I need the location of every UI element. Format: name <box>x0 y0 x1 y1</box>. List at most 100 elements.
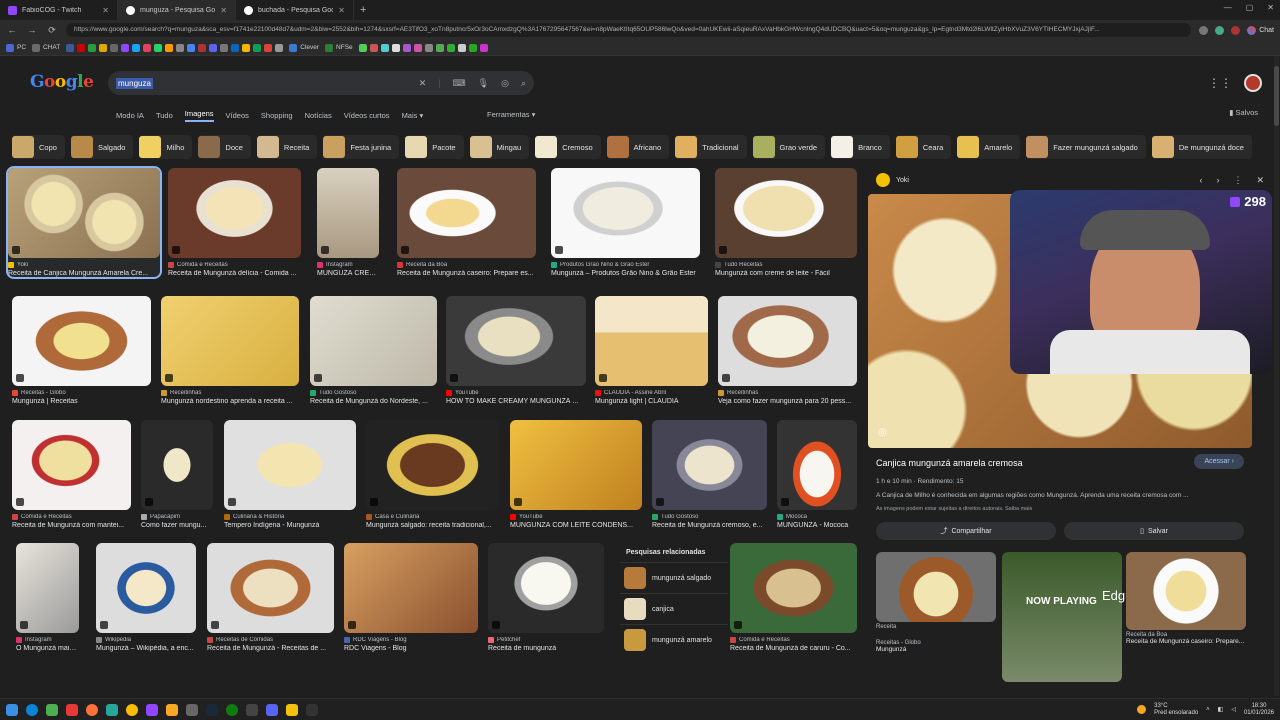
store-icon[interactable] <box>46 703 58 716</box>
result-thumbnail[interactable] <box>12 420 131 510</box>
chip-ceara[interactable]: Ceara <box>895 135 952 159</box>
image-result-card[interactable]: Wikipedia Mungunzá – Wikipédia, a enc... <box>96 543 196 652</box>
image-result-card[interactable]: Receita da Boa Receita de Mungunzá caseir… <box>397 168 536 277</box>
image-result-card[interactable]: Comida e Receitas Receita de Mungunzá com… <box>12 420 131 529</box>
star-icon[interactable] <box>1199 25 1209 35</box>
chip-africano[interactable]: Africano <box>606 135 670 159</box>
result-thumbnail[interactable] <box>595 296 708 386</box>
close-icon[interactable]: ✕ <box>1256 175 1264 186</box>
image-result-card[interactable]: RDC Viagens - Blog RDC Viagens - Blog <box>344 543 478 652</box>
result-thumbnail[interactable] <box>488 543 604 633</box>
chip-milho[interactable]: Milho <box>139 135 193 159</box>
result-thumbnail[interactable] <box>317 168 379 258</box>
result-title[interactable]: Mungunzá – Wikipédia, a enc... <box>96 645 196 652</box>
result-title[interactable]: Receita de Mungunzá de caruru - Co... <box>730 645 857 652</box>
result-thumbnail[interactable] <box>446 296 586 386</box>
image-result-card[interactable]: Instagram O Mungunzá mais f... <box>16 543 79 652</box>
site-icon[interactable] <box>154 43 163 52</box>
result-source[interactable]: Receitinhas <box>161 390 299 396</box>
result-title[interactable]: MUNGUNZÁ COM LEITE CONDENS... <box>510 522 642 529</box>
result-source[interactable]: Mococa <box>777 514 857 520</box>
result-title[interactable]: Receita de Mungunzá cremoso, e... <box>652 522 767 529</box>
site-icon[interactable] <box>275 43 284 52</box>
site-icon[interactable] <box>143 43 152 52</box>
search-box[interactable]: munguza ✕ | ⌨ 🎙 ◎ ⌕ <box>108 71 534 95</box>
result-thumbnail[interactable] <box>141 420 213 510</box>
visit-button[interactable]: Acessar › <box>1194 454 1244 469</box>
image-result-card[interactable]: YouTube HOW TO MAKE CREAMY MUNGUNZÁ ... <box>446 296 586 405</box>
profile-icon[interactable] <box>1231 25 1241 35</box>
image-result-card[interactable]: Receitinhas Mungunzá nordestino aprenda a… <box>161 296 299 405</box>
result-source[interactable]: CLAUDIA - Assine Abril <box>595 390 708 396</box>
result-thumbnail[interactable] <box>344 543 478 633</box>
bookmark-chat[interactable]: CHAT <box>32 43 60 52</box>
result-thumbnail[interactable] <box>161 296 299 386</box>
search-input[interactable]: munguza <box>116 77 153 89</box>
close-window-icon[interactable]: ✕ <box>1267 3 1274 12</box>
result-title[interactable]: Mungunzá nordestino aprenda a receita ..… <box>161 398 299 405</box>
site-icon[interactable] <box>391 43 400 52</box>
close-tab-icon[interactable]: ✕ <box>102 6 109 15</box>
image-result-card[interactable]: Culinária & História Tempero Indígena - M… <box>224 420 356 529</box>
tab-videos[interactable]: Vídeos <box>226 111 249 120</box>
result-source[interactable]: Casa e Culinária <box>366 514 499 520</box>
app-icon[interactable] <box>186 703 198 716</box>
edge-icon[interactable] <box>26 703 38 716</box>
microphone-icon[interactable]: 🎙 <box>478 78 489 89</box>
share-button[interactable]: ⤴ Compartilhar <box>876 522 1056 540</box>
result-title[interactable]: Como fazer mungu... <box>141 522 213 529</box>
result-source[interactable]: YouTube <box>510 514 642 520</box>
result-title[interactable]: Mungunzá com creme de leite - Fácil <box>715 270 857 277</box>
result-source[interactable]: Produtos Grão Nino & Grão Ester <box>551 262 700 268</box>
image-result-card[interactable]: Comida e Receitas Receita de Mungunzá del… <box>168 168 301 277</box>
result-title[interactable]: HOW TO MAKE CREAMY MUNGUNZÁ ... <box>446 398 586 405</box>
result-source[interactable]: Papacapim <box>141 514 213 520</box>
result-title[interactable]: Receita de Mungunzá com mantei... <box>12 522 131 529</box>
chip-copo[interactable]: Copo <box>12 135 65 159</box>
close-tab-icon[interactable]: ✕ <box>220 6 227 15</box>
image-result-card[interactable]: Casa e Culinária Mungunzá salgado: receit… <box>366 420 499 529</box>
apps-grid-icon[interactable]: ⋮⋮ <box>1208 76 1232 90</box>
more-options-icon[interactable]: ⋮ <box>1233 175 1242 186</box>
forward-icon[interactable]: → <box>26 25 38 35</box>
image-result-card[interactable]: Mococa MUNGUNZÁ - Mococa <box>777 420 857 529</box>
related-search-item[interactable]: mungunzá amarelo <box>620 624 728 655</box>
result-title[interactable]: Veja como fazer mungunzá para 20 pess... <box>718 398 857 405</box>
url-field[interactable]: https://www.google.com/search?q=munguza&… <box>66 23 1192 37</box>
site-icon[interactable] <box>358 43 367 52</box>
volume-icon[interactable]: ◁ <box>1231 706 1236 713</box>
tab-mais[interactable]: Mais ▾ <box>402 111 424 120</box>
site-icon[interactable] <box>264 43 273 52</box>
result-source[interactable]: Receitinhas <box>718 390 857 396</box>
related-search-item[interactable]: canjica <box>620 593 728 624</box>
panel-title[interactable]: Canjica mungunzá amarela cremosa <box>876 458 1023 468</box>
result-thumbnail[interactable] <box>777 420 857 510</box>
chat-button[interactable]: Chat <box>1247 25 1274 35</box>
result-source[interactable]: Comida e Receitas <box>730 637 857 643</box>
site-icon[interactable] <box>468 43 477 52</box>
image-result-card[interactable]: Papacapim Como fazer mungu... <box>141 420 213 529</box>
site-icon[interactable] <box>402 43 411 52</box>
tab-modo-ia[interactable]: Modo IA <box>116 111 144 120</box>
lens-icon[interactable]: ◎ <box>501 78 509 89</box>
site-icon[interactable] <box>209 43 218 52</box>
scrollbar-thumb[interactable] <box>1274 66 1279 126</box>
image-result-card[interactable]: Receitas de Comidas Receita de Mungunzá -… <box>207 543 334 652</box>
result-thumbnail[interactable] <box>730 543 857 633</box>
result-title[interactable]: Tempero Indígena - Mungunzá <box>224 522 356 529</box>
site-icon[interactable] <box>231 43 240 52</box>
image-result-card[interactable]: Tudo Gostoso Receita de Mungunzá do Norde… <box>310 296 437 405</box>
result-source[interactable]: RDC Viagens - Blog <box>344 637 478 643</box>
panel-source[interactable]: Yoki <box>896 177 909 184</box>
keyboard-icon[interactable]: ⌨ <box>453 78 466 89</box>
chrome-icon[interactable] <box>126 703 138 716</box>
result-thumbnail[interactable] <box>168 168 301 258</box>
tab-videos-curtos[interactable]: Vídeos curtos <box>344 111 390 120</box>
search-icon[interactable]: ⌕ <box>521 78 526 89</box>
site-icon[interactable] <box>446 43 455 52</box>
result-title[interactable]: Mungunzá – Produtos Grão Nino & Grão Est… <box>551 270 700 277</box>
result-title[interactable]: Receita de Mungunzá caseiro: Prepare es.… <box>397 270 536 277</box>
result-source[interactable]: Tudo Receitas <box>715 262 857 268</box>
image-result-card[interactable]: Produtos Grão Nino & Grão Ester Mungunzá … <box>551 168 700 277</box>
browser-tab-munguza[interactable]: munguza - Pesquisa Google ✕ <box>118 0 236 20</box>
